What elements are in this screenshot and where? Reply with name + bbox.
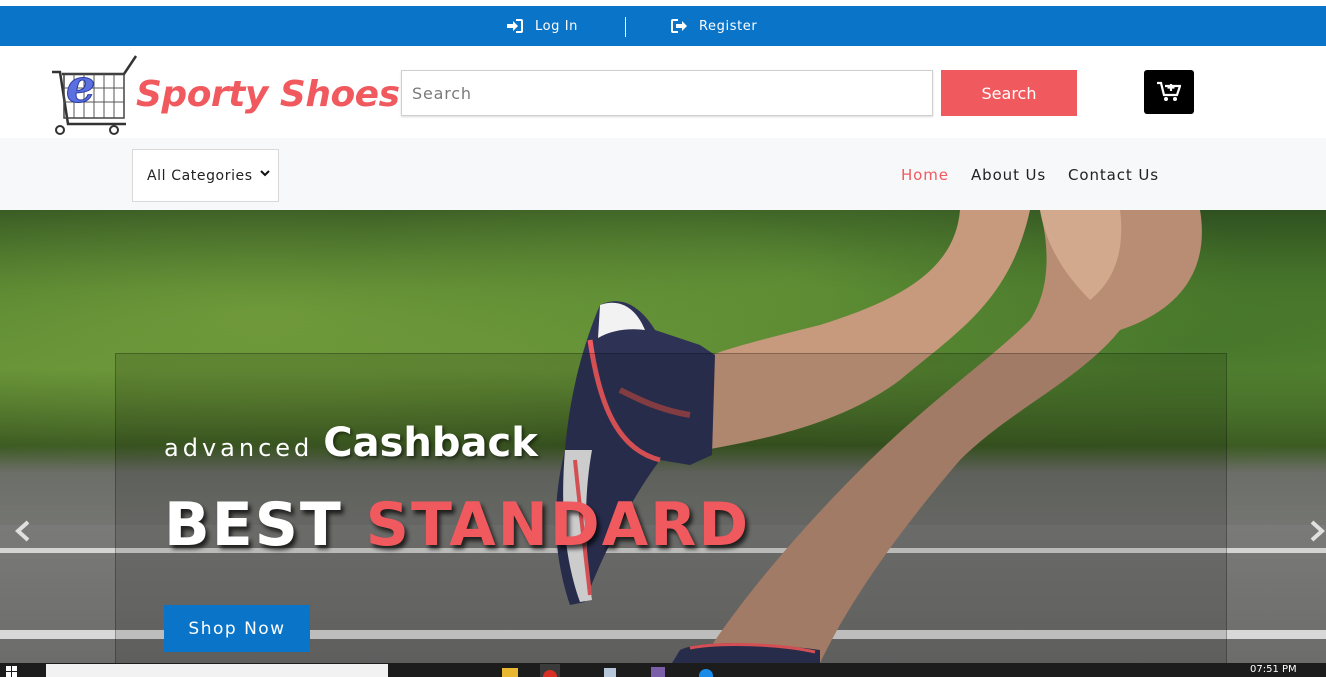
carousel-next-icon[interactable]	[1308, 520, 1326, 542]
topbar-divider	[625, 17, 626, 37]
register-label: Register	[699, 18, 758, 34]
logo-letter: e	[66, 59, 95, 113]
nav-contact-us[interactable]: Contact Us	[1068, 166, 1159, 184]
cart-plus-icon	[1157, 81, 1181, 101]
chevron-down-icon	[260, 170, 270, 177]
taskbar-search[interactable]	[46, 664, 388, 677]
taskbar-clock: 07:51 PM	[1250, 664, 1297, 675]
category-select[interactable]: All Categories	[132, 149, 279, 202]
nav-bar: All Categories Home About Us Contact Us	[0, 138, 1326, 210]
hero-headline: BEST STANDARD	[164, 490, 750, 560]
category-select-value: All Categories	[147, 167, 253, 184]
os-taskbar: 07:51 PM	[0, 663, 1326, 677]
hero-tagline-small: advanced	[164, 434, 314, 462]
chrome-icon[interactable]	[540, 664, 560, 677]
app-icon[interactable]	[600, 664, 620, 677]
hero-tagline: advanced Cashback	[164, 420, 538, 466]
hero-carousel: advanced Cashback BEST STANDARD Shop Now	[0, 210, 1326, 663]
search-input[interactable]	[401, 70, 933, 116]
shop-now-button[interactable]: Shop Now	[164, 605, 310, 652]
hero-tagline-big: Cashback	[323, 420, 538, 466]
sign-out-icon	[671, 19, 687, 33]
sign-in-icon	[507, 19, 523, 33]
login-link[interactable]: Log In	[507, 6, 578, 46]
app-icon[interactable]	[696, 664, 716, 677]
file-explorer-icon[interactable]	[500, 664, 520, 677]
logo-cart-icon[interactable]: e	[50, 50, 140, 136]
app-icon[interactable]	[648, 664, 668, 677]
search-button[interactable]: Search	[941, 70, 1077, 116]
register-link[interactable]: Register	[671, 6, 757, 46]
top-bar: Log In Register	[0, 6, 1326, 46]
hero-headline-best: BEST	[164, 490, 343, 560]
hero-headline-standard: STANDARD	[365, 490, 751, 560]
windows-start-icon[interactable]	[2, 664, 22, 677]
login-label: Log In	[535, 18, 579, 34]
site-header: e Sporty Shoes Search	[0, 46, 1326, 138]
nav-about-us[interactable]: About Us	[971, 166, 1046, 184]
nav-home[interactable]: Home	[901, 166, 949, 184]
carousel-prev-icon[interactable]	[14, 520, 32, 542]
cart-button[interactable]	[1144, 70, 1194, 114]
brand-name[interactable]: Sporty Shoes	[136, 74, 400, 115]
